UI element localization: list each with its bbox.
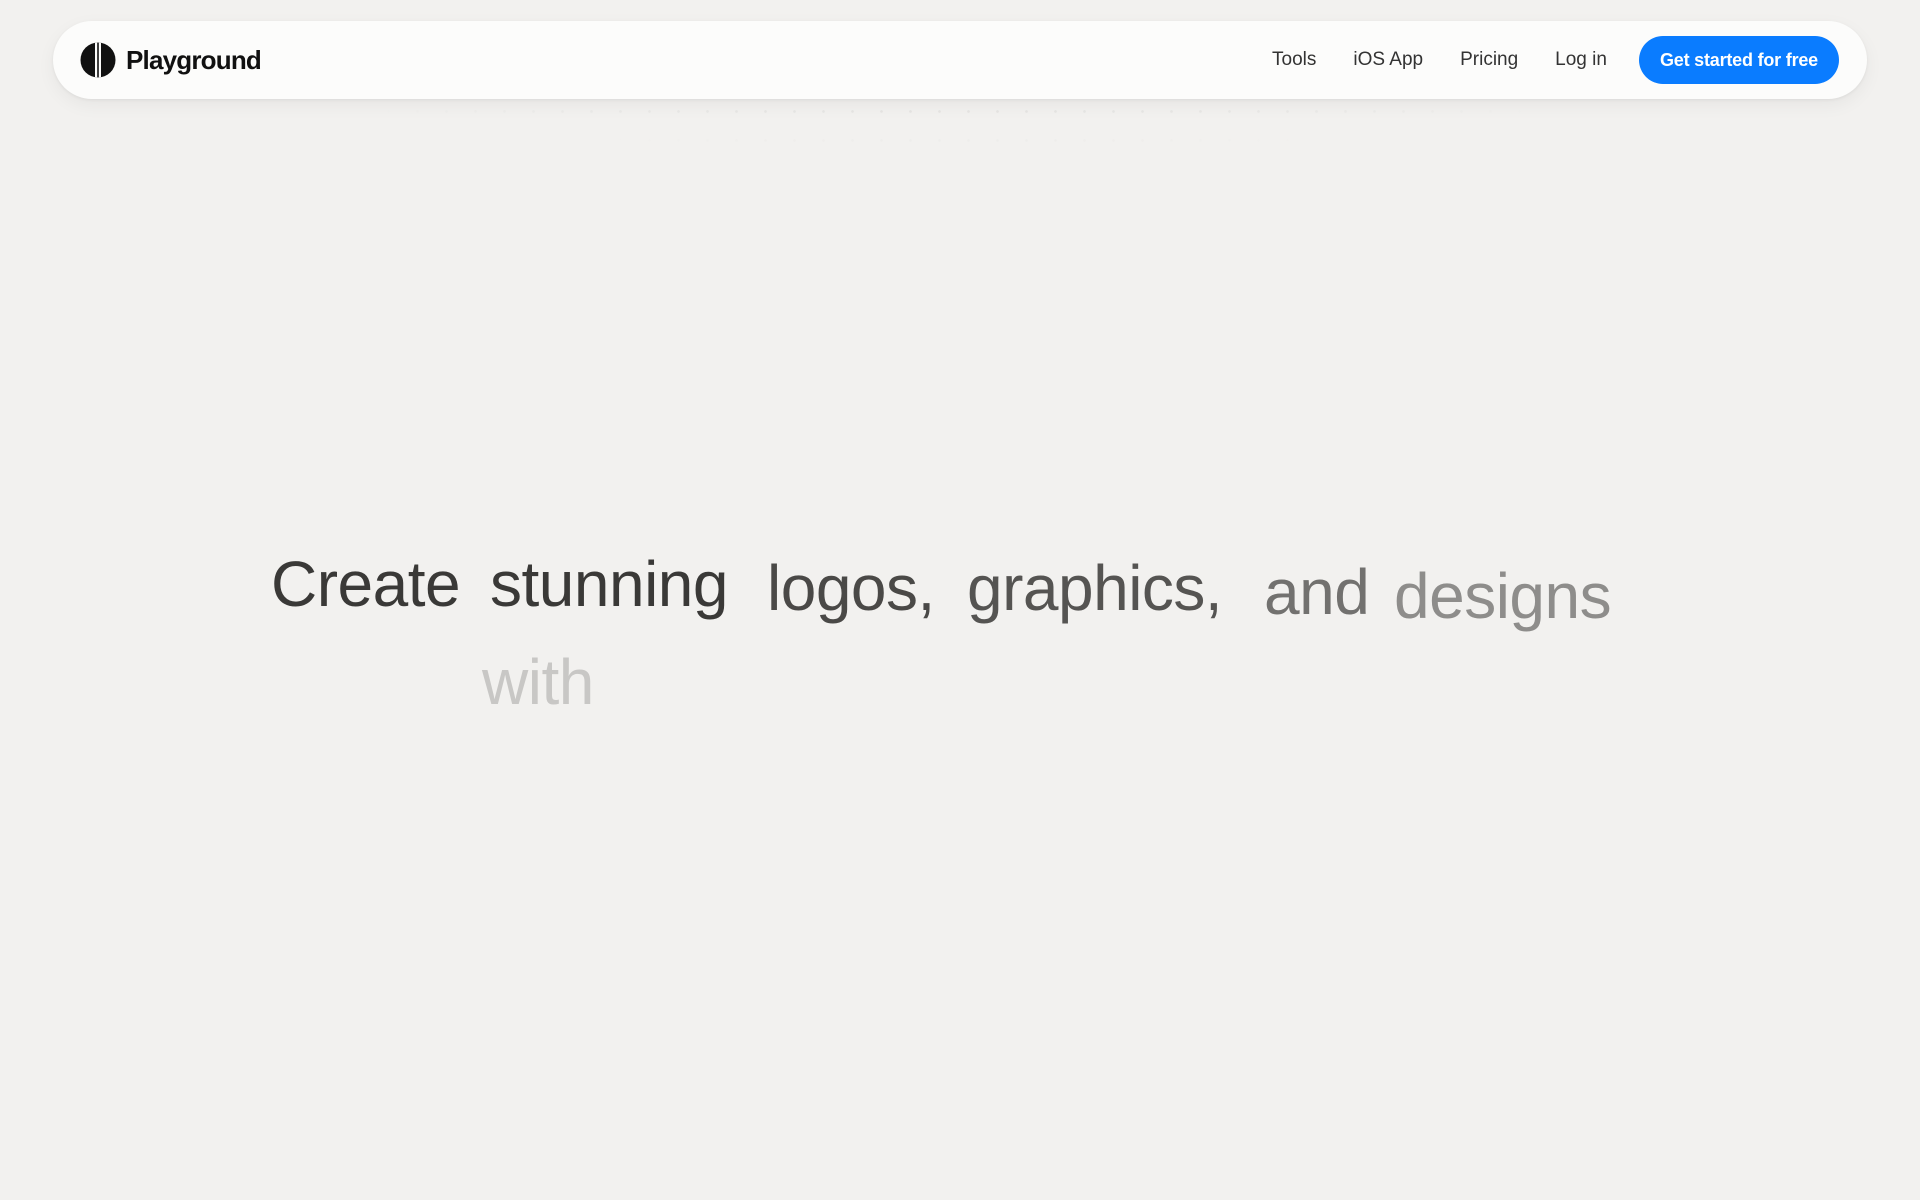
nav-link-pricing[interactable]: Pricing: [1460, 49, 1518, 71]
hero-word: and: [1264, 556, 1370, 628]
hero-word: with: [482, 646, 594, 718]
hero-word: Create: [271, 548, 461, 620]
hero-word: stunning: [490, 548, 728, 620]
navbar: Playground Tools iOS App Pricing Log in …: [53, 21, 1867, 99]
brand-home-link[interactable]: Playground: [80, 42, 262, 78]
nav-link-tools[interactable]: Tools: [1272, 49, 1316, 71]
hero-word: logos,: [767, 552, 935, 624]
nav-link-ios-app[interactable]: iOS App: [1353, 49, 1423, 71]
page: Playground Tools iOS App Pricing Log in …: [0, 0, 1920, 1200]
nav-link-log-in[interactable]: Log in: [1555, 49, 1607, 71]
playground-logo-icon: [80, 42, 116, 78]
get-started-button[interactable]: Get started for free: [1638, 36, 1839, 84]
nav-menu: Tools iOS App Pricing Log in Get started…: [1272, 36, 1839, 84]
brand-name: Playground: [126, 44, 262, 75]
hero-word: graphics,: [967, 552, 1223, 624]
hero-headline: Create stunning logos, graphics, and des…: [0, 0, 1920, 1200]
hero-word: designs: [1394, 560, 1612, 632]
